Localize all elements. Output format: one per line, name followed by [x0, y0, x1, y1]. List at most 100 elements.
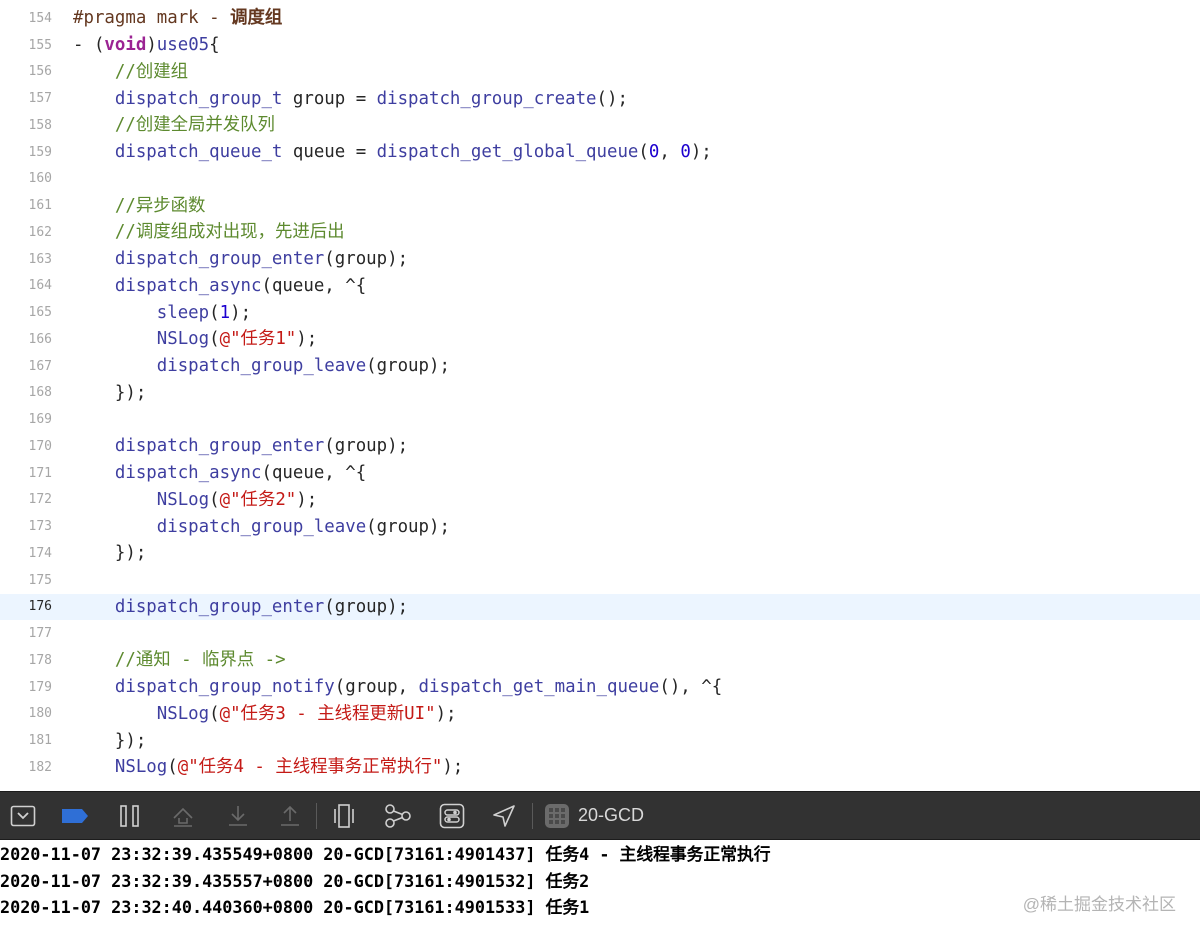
- code-text: NSLog(@"任务3 - 主线程更新UI");: [73, 700, 457, 728]
- code-token: (group);: [366, 356, 450, 377]
- environment-overrides-button[interactable]: [432, 792, 472, 839]
- code-token: dispatch_group_enter: [73, 596, 325, 617]
- code-line[interactable]: 180 NSLog(@"任务3 - 主线程更新UI");: [0, 701, 1200, 728]
- simulate-location-button[interactable]: [484, 792, 524, 839]
- step-into-button[interactable]: [218, 792, 258, 839]
- code-token: (group);: [324, 249, 409, 270]
- line-number: 161: [28, 198, 52, 214]
- line-number: 167: [28, 358, 52, 374]
- code-token: (group);: [324, 436, 409, 457]
- code-text: NSLog(@"任务4 - 主线程事务正常执行");: [73, 753, 463, 781]
- code-token: #pragma mark -: [73, 8, 231, 29]
- line-number: 165: [28, 305, 52, 321]
- code-token: //异步函数: [73, 195, 206, 216]
- code-text: });: [73, 727, 146, 755]
- code-line[interactable]: 157 dispatch_group_t group = dispatch_gr…: [0, 85, 1200, 112]
- source-editor[interactable]: 154 #pragma mark - 调度组 155- (void)use05{15…: [0, 0, 1200, 791]
- code-token: NSLog: [73, 329, 210, 350]
- code-line[interactable]: 178 //通知 - 临界点 ->: [0, 647, 1200, 674]
- code-token: (group);: [324, 596, 409, 617]
- code-line[interactable]: 181 });: [0, 727, 1200, 754]
- code-line[interactable]: 166 NSLog(@"任务1");: [0, 326, 1200, 353]
- code-line[interactable]: 177: [0, 620, 1200, 647]
- code-line[interactable]: 164 dispatch_async(queue, ^{: [0, 273, 1200, 300]
- console-line: 2020-11-07 23:32:40.440360+0800 20-GCD[7…: [0, 897, 590, 917]
- code-text: dispatch_async(queue, ^{: [73, 272, 366, 300]
- code-token: NSLog: [73, 757, 168, 778]
- code-text: NSLog(@"任务1");: [73, 325, 317, 353]
- code-text: });: [73, 379, 146, 407]
- code-token: dispatch_async: [73, 275, 262, 296]
- code-token: );: [690, 142, 712, 163]
- code-line[interactable]: 160: [0, 166, 1200, 193]
- code-token: 1: [219, 302, 231, 323]
- line-number: 163: [28, 251, 52, 267]
- code-line[interactable]: 169: [0, 406, 1200, 433]
- memory-graph-button[interactable]: [378, 792, 418, 839]
- code-line[interactable]: 168 });: [0, 380, 1200, 407]
- code-line[interactable]: 170 dispatch_group_enter(group);: [0, 433, 1200, 460]
- code-line[interactable]: 162 //调度组成对出现，先进后出: [0, 219, 1200, 246]
- code-text: dispatch_queue_t queue = dispatch_get_gl…: [73, 138, 712, 166]
- code-token: //调度组成对出现，先进后出: [73, 222, 345, 243]
- code-text: sleep(1);: [73, 299, 251, 327]
- code-line[interactable]: 173 dispatch_group_leave(group);: [0, 513, 1200, 540]
- code-line[interactable]: 167 dispatch_group_leave(group);: [0, 353, 1200, 380]
- code-line[interactable]: 165 sleep(1);: [0, 299, 1200, 326]
- code-text: dispatch_group_enter(group);: [73, 432, 408, 460]
- code-token: dispatch_group_enter: [73, 436, 325, 457]
- toolbar-separator: [316, 803, 317, 829]
- code-line[interactable]: 156 //创建组: [0, 59, 1200, 86]
- code-line[interactable]: 172 NSLog(@"任务2");: [0, 487, 1200, 514]
- watermark: @稀土掘金技术社区: [1022, 895, 1176, 914]
- code-line[interactable]: 155 - (void)use05{: [0, 32, 1200, 59]
- line-number: 162: [28, 224, 52, 240]
- code-text: //创建组: [73, 58, 188, 86]
- code-text: dispatch_async(queue, ^{: [73, 459, 366, 487]
- line-number: 166: [28, 331, 52, 347]
- code-line[interactable]: 158 //创建全局并发队列: [0, 112, 1200, 139]
- code-line[interactable]: 174 });: [0, 540, 1200, 567]
- code-line[interactable]: 171 dispatch_async(queue, ^{: [0, 460, 1200, 487]
- step-over-button[interactable]: [163, 792, 203, 839]
- console-line: 2020-11-07 23:32:39.435557+0800 20-GCD[7…: [0, 871, 590, 891]
- code-line[interactable]: 182 NSLog(@"任务4 - 主线程事务正常执行");: [0, 754, 1200, 781]
- code-line[interactable]: 179 dispatch_group_notify(group, dispatc…: [0, 674, 1200, 701]
- code-line[interactable]: 161 //异步函数: [0, 192, 1200, 219]
- toolbar-separator: [532, 803, 533, 829]
- code-token: NSLog: [73, 489, 210, 510]
- line-number: 171: [28, 465, 52, 481]
- target-app-button[interactable]: [537, 792, 577, 839]
- line-number: 182: [28, 759, 52, 775]
- pause-continue-button[interactable]: [110, 792, 150, 839]
- line-number: 158: [28, 117, 52, 133]
- line-number: 169: [28, 412, 52, 428]
- code-token: );: [435, 703, 457, 724]
- code-token: use05: [156, 35, 210, 56]
- code-token: });: [73, 730, 147, 751]
- code-text: //通知 - 临界点 ->: [73, 646, 286, 674]
- breakpoints-toggle-button[interactable]: [55, 792, 95, 839]
- code-token: (queue, ^{: [261, 463, 367, 484]
- code-line[interactable]: 175: [0, 567, 1200, 594]
- console-output[interactable]: 2020-11-07 23:32:39.435549+0800 20-GCD[7…: [0, 840, 1200, 939]
- code-token: - (: [73, 35, 105, 56]
- code-text: dispatch_group_notify(group, dispatch_ge…: [73, 673, 722, 701]
- line-number: 156: [28, 64, 52, 80]
- code-line[interactable]: 159 dispatch_queue_t queue = dispatch_ge…: [0, 139, 1200, 166]
- code-token: 0: [680, 142, 691, 163]
- console-line: 2020-11-07 23:32:39.435549+0800 20-GCD[7…: [0, 844, 771, 864]
- line-number: 176: [28, 599, 52, 615]
- hide-debug-area-button[interactable]: [3, 792, 43, 839]
- code-line[interactable]: 163 dispatch_group_enter(group);: [0, 246, 1200, 273]
- line-number: 168: [28, 385, 52, 401]
- code-token: });: [73, 382, 147, 403]
- step-out-button[interactable]: [270, 792, 310, 839]
- debug-view-hierarchy-button[interactable]: [324, 792, 364, 839]
- location-arrow-icon: [493, 804, 515, 827]
- code-line-current[interactable]: 176 dispatch_group_enter(group);: [0, 593, 1200, 621]
- code-token: dispatch_group_leave: [73, 356, 367, 377]
- code-line[interactable]: 154 #pragma mark - 调度组: [0, 5, 1200, 32]
- code-token: (: [209, 302, 220, 323]
- target-name[interactable]: 20-GCD: [578, 792, 644, 839]
